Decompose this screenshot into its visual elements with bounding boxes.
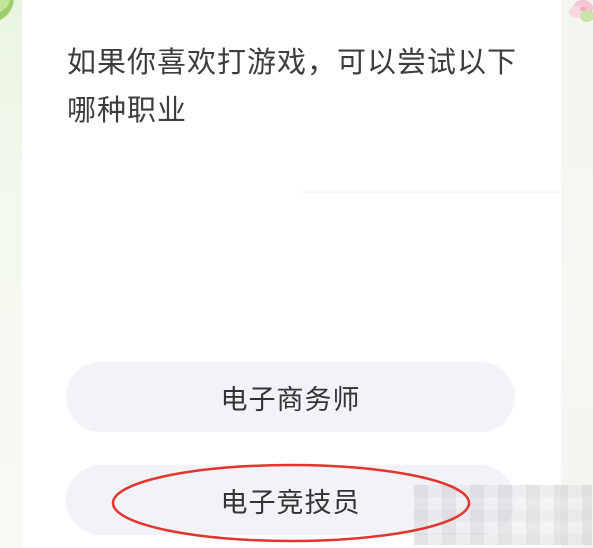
question-line-1: 如果你喜欢打游戏，可以尝试以下 bbox=[67, 45, 518, 79]
leaf-icon bbox=[0, 0, 14, 20]
option-label-2: 电子竞技员 bbox=[220, 487, 361, 519]
background-left-decoration bbox=[0, 0, 22, 548]
mosaic-watermark bbox=[414, 485, 592, 545]
option-label-1: 电子商务师 bbox=[220, 384, 361, 416]
option-button-1[interactable]: 电子商务师 bbox=[66, 362, 515, 432]
background-right-decoration bbox=[561, 0, 593, 548]
divider bbox=[302, 190, 582, 193]
flower-icon bbox=[569, 0, 593, 22]
question-card: 如果你喜欢打游戏，可以尝试以下 哪种职业 电子商务师 电子竞技员 bbox=[22, 0, 582, 548]
question-text: 如果你喜欢打游戏，可以尝试以下 哪种职业 bbox=[67, 38, 517, 134]
question-line-2: 哪种职业 bbox=[67, 93, 188, 127]
